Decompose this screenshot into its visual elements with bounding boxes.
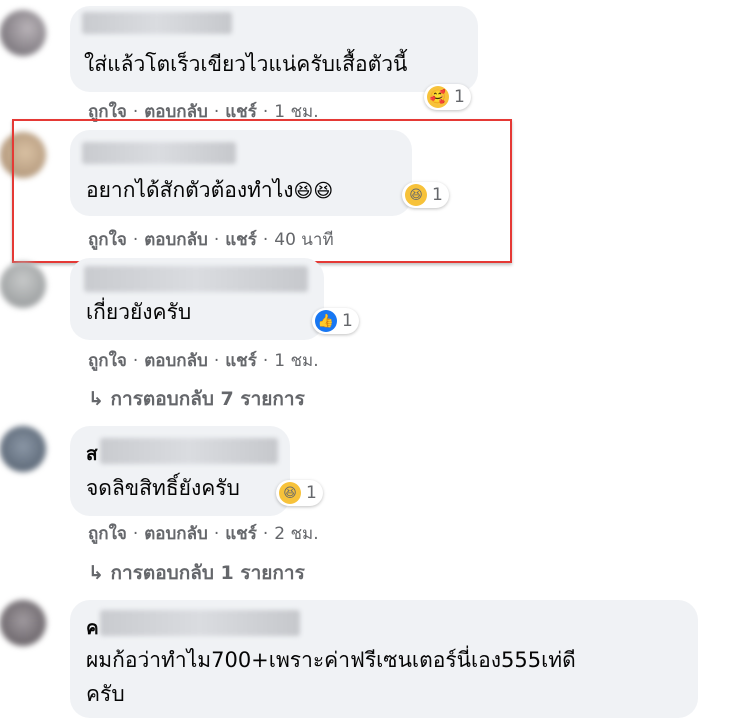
share-link[interactable]: แชร์ (225, 524, 257, 544)
reaction-count: 1 (306, 483, 317, 503)
commenter-name-initial[interactable]: ค (86, 614, 99, 642)
reply-link[interactable]: ตอบกลับ (144, 351, 208, 371)
comment-text-line-2: ครับ (86, 682, 125, 706)
reaction-summary[interactable]: 👍 1 (312, 308, 359, 334)
timestamp[interactable]: 1 ชม. (274, 351, 318, 371)
commenter-name-initial[interactable]: ส (86, 440, 98, 468)
comment-text-line-1: ผมก้อว่าทำไม700+เพราะค่าฟรีเซนเตอร์นี่เอ… (86, 648, 576, 672)
like-link[interactable]: ถูกใจ (88, 351, 127, 371)
reply-arrow-icon: ↳ (88, 388, 104, 410)
commenter-name-blurred[interactable] (82, 12, 232, 34)
comment-actions: ถูกใจ · ตอบกลับ · แชร์ · 1 ชม. (88, 351, 319, 371)
view-replies-link[interactable]: ↳ การตอบกลับ 7 รายการ (88, 384, 305, 414)
comment-bubble: ใส่แล้วโตเร็วเขียวไวแน่ครับเสื้อตัวนี้ (70, 6, 478, 92)
avatar[interactable] (0, 10, 46, 56)
replies-count-label: การตอบกลับ 7 รายการ (110, 388, 305, 410)
comment-bubble: ส จดลิขสิทธิ์ยังครับ (70, 426, 290, 516)
like-reaction-icon: 👍 (315, 310, 337, 332)
timestamp[interactable]: 2 ชม. (274, 524, 318, 544)
reaction-summary[interactable]: 🥰 1 (424, 84, 471, 110)
comment-text: ใส่แล้วโตเร็วเขียวไวแน่ครับเสื้อตัวนี้ (84, 52, 408, 76)
highlight-box (12, 119, 512, 263)
comment-text: จดลิขสิทธิ์ยังครับ (86, 476, 240, 500)
avatar[interactable] (0, 600, 46, 646)
comment-bubble: ค ผมก้อว่าทำไม700+เพราะค่าฟรีเซนเตอร์นี่… (70, 600, 698, 718)
replies-count-label: การตอบกลับ 1 รายการ (110, 562, 305, 584)
like-link[interactable]: ถูกใจ (88, 524, 127, 544)
avatar[interactable] (0, 262, 46, 308)
share-link[interactable]: แชร์ (225, 351, 257, 371)
haha-reaction-icon: 😆 (279, 482, 301, 504)
reaction-count: 1 (342, 311, 353, 331)
view-replies-link[interactable]: ↳ การตอบกลับ 1 รายการ (88, 558, 305, 588)
commenter-name-blurred[interactable] (100, 610, 300, 636)
reply-link[interactable]: ตอบกลับ (144, 524, 208, 544)
avatar[interactable] (0, 426, 46, 472)
commenter-name-blurred[interactable] (84, 266, 308, 292)
reaction-summary[interactable]: 😆 1 (276, 480, 323, 506)
commenter-name-blurred[interactable] (100, 438, 278, 464)
reaction-count: 1 (454, 87, 465, 107)
care-reaction-icon: 🥰 (427, 86, 449, 108)
comment-actions: ถูกใจ · ตอบกลับ · แชร์ · 2 ชม. (88, 524, 319, 544)
comment-bubble: เกี่ยวยังครับ (70, 258, 324, 340)
reply-arrow-icon: ↳ (88, 562, 104, 584)
comment-text: เกี่ยวยังครับ (86, 300, 192, 324)
